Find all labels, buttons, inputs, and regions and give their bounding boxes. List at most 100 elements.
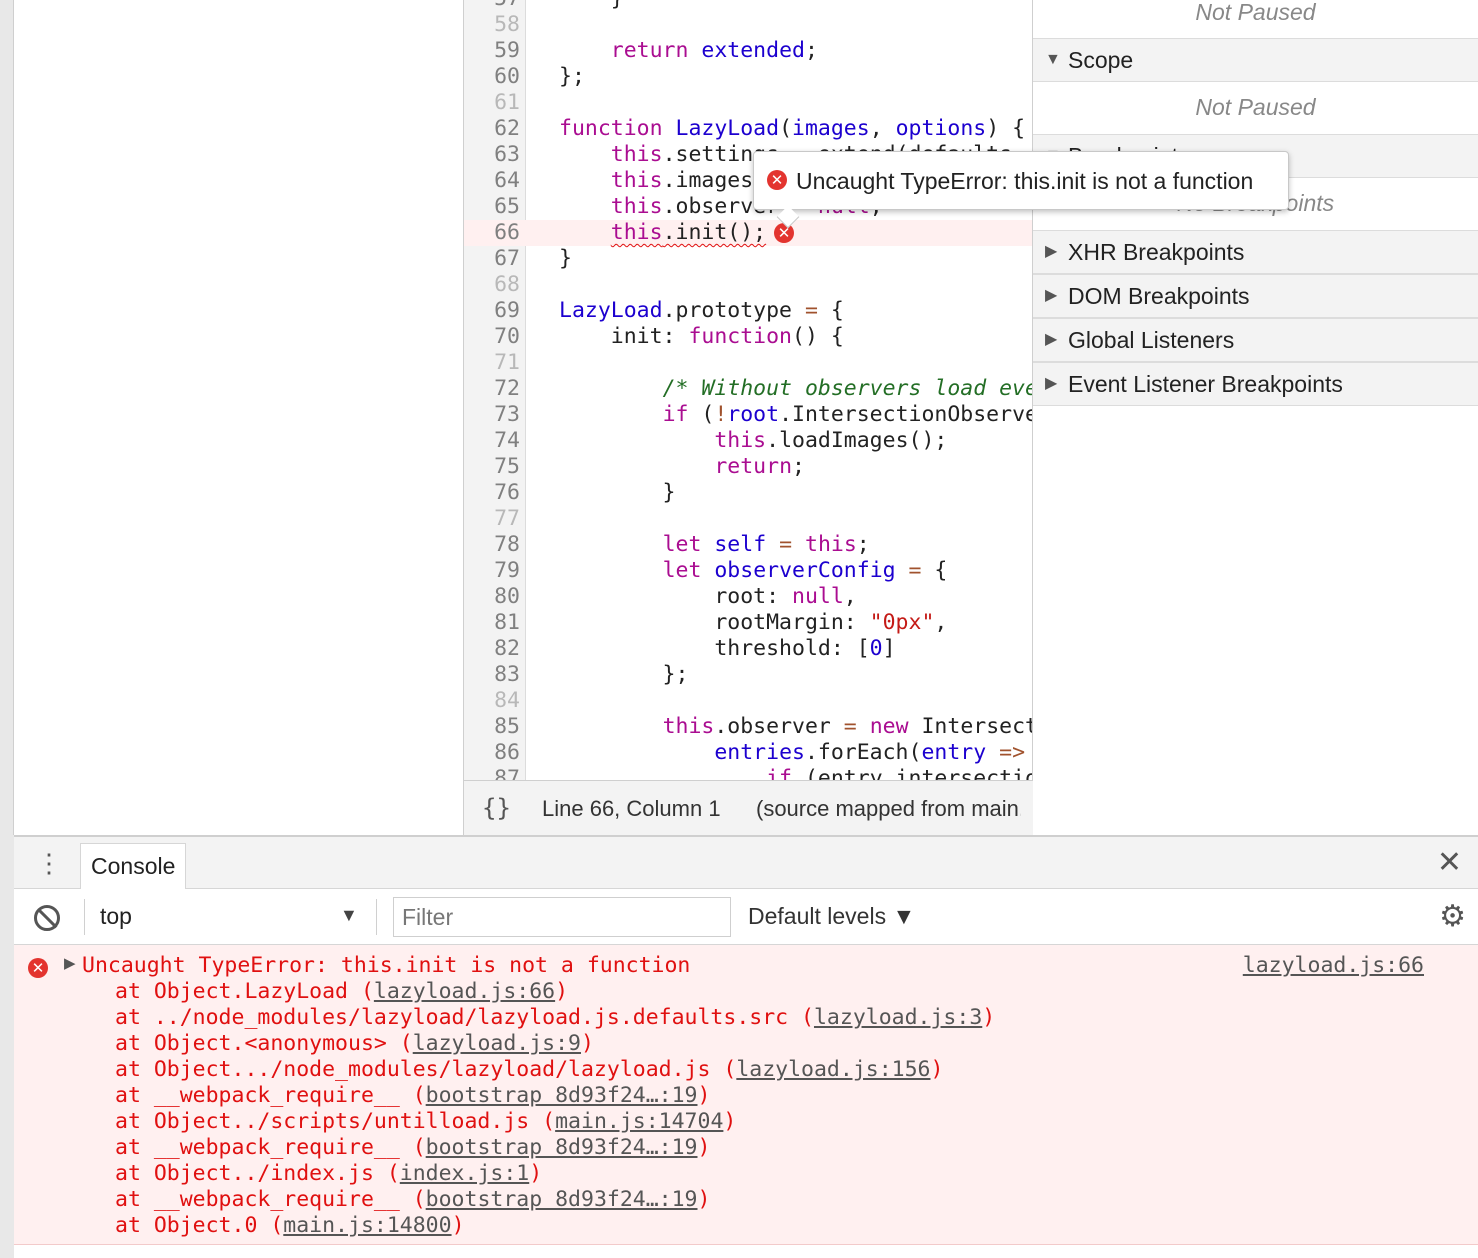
code-line[interactable]: 58 xyxy=(464,12,1032,38)
stack-frame-link[interactable]: main.js:14800 xyxy=(283,1213,451,1238)
line-number[interactable]: 58 xyxy=(464,12,520,38)
context-select[interactable]: top xyxy=(100,903,360,930)
code-line[interactable]: 82 threshold: [0] xyxy=(464,636,1032,662)
line-number[interactable]: 64 xyxy=(464,168,520,194)
line-number[interactable]: 82 xyxy=(464,636,520,662)
code-line[interactable]: 57 } xyxy=(464,0,1032,12)
code-line[interactable]: 79 let observerConfig = { xyxy=(464,558,1032,584)
line-number[interactable]: 74 xyxy=(464,428,520,454)
line-number[interactable]: 75 xyxy=(464,454,520,480)
console-prompt-area[interactable] xyxy=(14,1245,1478,1258)
section-dom-breakpoints[interactable]: ▶ DOM Breakpoints xyxy=(1033,274,1478,318)
stack-frame-link[interactable]: main.js:14704 xyxy=(555,1109,723,1134)
line-number[interactable]: 86 xyxy=(464,740,520,766)
clear-console-icon[interactable] xyxy=(34,905,60,931)
line-number[interactable]: 69 xyxy=(464,298,520,324)
source-map-info[interactable]: (source mapped from main.js) xyxy=(756,796,1021,822)
line-number[interactable]: 67 xyxy=(464,246,520,272)
code-line[interactable]: 74 this.loadImages(); xyxy=(464,428,1032,454)
stack-frame-link[interactable]: lazyload.js:66 xyxy=(374,979,555,1004)
stack-frame-link[interactable]: lazyload.js:9 xyxy=(413,1031,581,1056)
section-scope[interactable]: ▼ Scope xyxy=(1033,38,1478,82)
line-number[interactable]: 84 xyxy=(464,688,520,714)
stack-frame-text: at __webpack_require__ ( xyxy=(115,1083,426,1108)
error-title[interactable]: Uncaught TypeError: this.init is not a f… xyxy=(82,953,690,978)
code-line[interactable]: 86 entries.forEach(entry => { xyxy=(464,740,1032,766)
stack-frame-link[interactable]: lazyload.js:3 xyxy=(814,1005,982,1030)
code-line[interactable]: 59 return extended; xyxy=(464,38,1032,64)
line-number[interactable]: 73 xyxy=(464,402,520,428)
section-xhr-breakpoints[interactable]: ▶ XHR Breakpoints xyxy=(1033,230,1478,274)
line-number[interactable]: 71 xyxy=(464,350,520,376)
code-line[interactable]: 75 return; xyxy=(464,454,1032,480)
section-global-listeners[interactable]: ▶ Global Listeners xyxy=(1033,318,1478,362)
line-number[interactable]: 59 xyxy=(464,38,520,64)
line-number[interactable]: 85 xyxy=(464,714,520,740)
more-options-icon[interactable]: ⋮ xyxy=(36,845,62,881)
code-line[interactable]: 70 init: function() { xyxy=(464,324,1032,350)
line-number[interactable]: 68 xyxy=(464,272,520,298)
inline-error-icon[interactable]: ✕ xyxy=(774,223,794,243)
line-number[interactable]: 87 xyxy=(464,766,520,781)
code-line[interactable]: 68 xyxy=(464,272,1032,298)
line-number[interactable]: 81 xyxy=(464,610,520,636)
code-line[interactable]: 85 this.observer = new IntersectionObser… xyxy=(464,714,1032,740)
pretty-print-icon[interactable]: {} xyxy=(482,794,511,822)
code-line[interactable]: 80 root: null, xyxy=(464,584,1032,610)
line-number[interactable]: 76 xyxy=(464,480,520,506)
line-number[interactable]: 63 xyxy=(464,142,520,168)
line-number[interactable]: 72 xyxy=(464,376,520,402)
expand-triangle-icon[interactable]: ▶ xyxy=(64,954,76,972)
code-area[interactable]: 57 }5859 return extended;60};6162functio… xyxy=(464,0,1032,781)
code-line[interactable]: 87 if (entry.intersectionRatio > 0) { xyxy=(464,766,1032,781)
line-number[interactable]: 80 xyxy=(464,584,520,610)
code-line[interactable]: 84 xyxy=(464,688,1032,714)
line-number[interactable]: 61 xyxy=(464,90,520,116)
code-line[interactable]: 81 rootMargin: "0px", xyxy=(464,610,1032,636)
line-number[interactable]: 83 xyxy=(464,662,520,688)
source-editor[interactable]: 57 }5859 return extended;60};6162functio… xyxy=(464,0,1033,835)
line-number[interactable]: 65 xyxy=(464,194,520,220)
close-icon[interactable]: ✕ xyxy=(1437,845,1462,881)
code-line[interactable]: 83 }; xyxy=(464,662,1032,688)
code-text: this.loadImages(); xyxy=(714,428,948,453)
line-number[interactable]: 77 xyxy=(464,506,520,532)
code-line-error[interactable]: 66 this.init(); xyxy=(464,220,1032,246)
code-text: } xyxy=(559,0,624,12)
tab-console[interactable]: Console xyxy=(80,843,187,889)
code-line[interactable]: 69 LazyLoad.prototype = { xyxy=(464,298,1032,324)
code-line[interactable]: 72 /* Without observers load everything … xyxy=(464,376,1032,402)
line-number[interactable]: 57 xyxy=(464,0,520,12)
line-number[interactable]: 66 xyxy=(464,220,520,246)
code-line[interactable]: 61 xyxy=(464,90,1032,116)
line-number[interactable]: 78 xyxy=(464,532,520,558)
code-text: entries.forEach(entry => { xyxy=(714,740,1026,765)
stack-frame-link[interactable]: lazyload.js:156 xyxy=(736,1057,930,1082)
stack-frame-link[interactable]: bootstrap 8d93f24…:19 xyxy=(426,1135,698,1160)
stack-frame-text: ) xyxy=(697,1135,711,1160)
filter-input[interactable] xyxy=(393,897,731,937)
line-number[interactable]: 62 xyxy=(464,116,520,142)
stack-frame-link[interactable]: index.js:1 xyxy=(400,1161,529,1186)
code-line[interactable]: 77 xyxy=(464,506,1032,532)
log-levels-select[interactable]: Default levels ▼ xyxy=(748,903,915,930)
gear-icon[interactable]: ⚙ xyxy=(1439,899,1466,934)
navigator-pane xyxy=(14,0,464,835)
code-line[interactable]: 67} xyxy=(464,246,1032,272)
code-line[interactable]: 73 if (!root.IntersectionObserver) { xyxy=(464,402,1032,428)
debugger-sidebar: Not Paused ▼ Scope Not Paused ▼ Breakpoi… xyxy=(1033,0,1478,835)
section-event-listener-breakpoints[interactable]: ▶ Event Listener Breakpoints xyxy=(1033,362,1478,406)
error-source-link[interactable]: lazyload.js:66 xyxy=(1243,953,1424,978)
code-line[interactable]: 60}; xyxy=(464,64,1032,90)
line-number[interactable]: 79 xyxy=(464,558,520,584)
code-line[interactable]: 78 let self = this; xyxy=(464,532,1032,558)
dropdown-arrow-icon[interactable]: ▼ xyxy=(340,905,358,926)
code-line[interactable]: 71 xyxy=(464,350,1032,376)
code-line[interactable]: 62 function LazyLoad(images, options) { xyxy=(464,116,1032,142)
stack-frame-link[interactable]: bootstrap 8d93f24…:19 xyxy=(426,1083,698,1108)
line-number[interactable]: 70 xyxy=(464,324,520,350)
code-line[interactable]: 76 } xyxy=(464,480,1032,506)
editor-status-bar: {} Line 66, Column 1 (source mapped from… xyxy=(464,780,1033,835)
line-number[interactable]: 60 xyxy=(464,64,520,90)
stack-frame-link[interactable]: bootstrap 8d93f24…:19 xyxy=(426,1187,698,1212)
